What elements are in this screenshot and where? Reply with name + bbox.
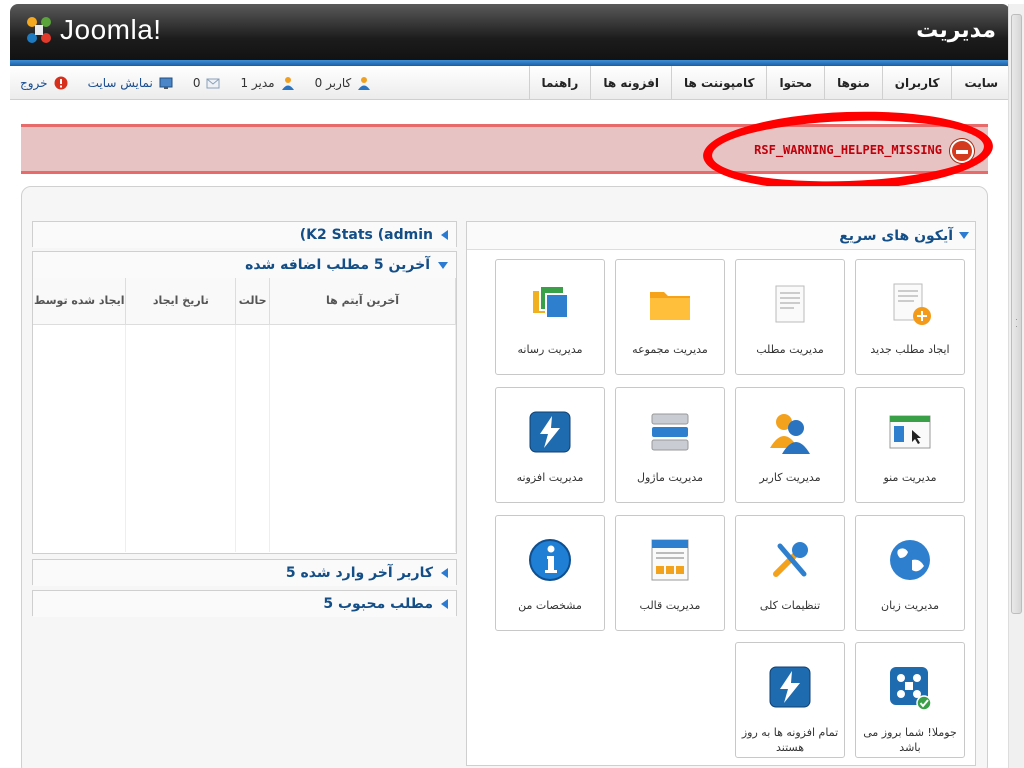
status-bar: خروج نمایش سایت 0 1 مدیر 0 کاربر	[20, 66, 371, 100]
scrollbar-grip	[1016, 319, 1017, 327]
expand-arrow-icon	[438, 261, 448, 269]
column-header-status[interactable]: حالت	[235, 278, 271, 325]
users-icon	[358, 77, 371, 90]
quick-icon-module-manager[interactable]: مدیریت ماژول	[615, 387, 725, 503]
module-icon	[646, 408, 694, 456]
collapse-arrow-icon	[441, 230, 448, 240]
template-icon	[646, 536, 694, 584]
collapse-arrow-icon	[441, 599, 448, 609]
quick-icon-label: مدیریت افزونه	[516, 471, 584, 484]
info-icon	[526, 536, 574, 584]
menu-item-help[interactable]: راهنما	[528, 66, 591, 100]
quick-icon-template-manager[interactable]: مدیریت قالب	[615, 515, 725, 631]
quick-icon-label: مدیریت مجموعه	[632, 343, 708, 356]
menu-item-content[interactable]: محتوا	[766, 66, 824, 100]
menu-item-components[interactable]: کامپوننت ها	[671, 66, 766, 100]
quick-icon-label: ایجاد مطلب جدید	[870, 343, 950, 356]
quick-icon-global-config[interactable]: تنظیمات کلی	[735, 515, 845, 631]
logo-text: Joomla!	[60, 14, 162, 45]
column-header-created-by[interactable]: ایجاد شده توسط	[33, 278, 127, 325]
column-header-created-date[interactable]: تاریخ ایجاد	[125, 278, 237, 325]
quick-icons-header[interactable]: آیکون های سریع	[467, 222, 975, 250]
quick-icon-language-manager[interactable]: مدیریت زبان	[855, 515, 965, 631]
latest-items-table: آخرین آیتم ها حالت تاریخ ایجاد ایجاد شده…	[33, 278, 456, 552]
joomla-logo[interactable]: Joomla!	[24, 14, 162, 46]
k2-stats-header[interactable]: (K2 Stats (admin	[33, 222, 456, 248]
quick-icon-label: مدیریت رسانه	[517, 343, 583, 356]
quick-icon-category-manager[interactable]: مدیریت مجموعه	[615, 259, 725, 375]
users-count: 0 کاربر	[314, 76, 352, 90]
globe-icon	[886, 536, 934, 584]
quick-icon-my-profile[interactable]: مشخصات من	[495, 515, 605, 631]
logout-icon[interactable]	[54, 76, 68, 90]
latest-added-title: آخرین 5 مطلب اضافه شده	[245, 257, 430, 273]
scrollbar-thumb[interactable]	[1011, 14, 1022, 614]
quick-icon-plugin-manager[interactable]: مدیریت افزونه	[495, 387, 605, 503]
quick-icon-label: مدیریت زبان	[881, 599, 939, 612]
quick-icon-label: تمام افزونه ها به روز هستند	[741, 726, 839, 754]
popular-title: 5 مطلب محبوب	[323, 596, 433, 612]
user-icon	[766, 408, 814, 456]
menu-item-extensions[interactable]: افزونه ها	[590, 66, 671, 100]
latest-users-header[interactable]: 5 کاربر آخر وارد شده	[33, 560, 456, 586]
latest-users-title: 5 کاربر آخر وارد شده	[285, 565, 433, 581]
quick-icon-media-manager[interactable]: مدیریت رسانه	[495, 259, 605, 375]
new-article-icon	[886, 280, 934, 328]
plugin-icon	[526, 408, 574, 456]
column-header-latest-items[interactable]: آخرین آیتم ها	[269, 278, 456, 325]
admin-header: Joomla! مدیریت	[10, 4, 1010, 66]
quick-icon-label: مدیریت ماژول	[636, 471, 704, 484]
admins-count: 1 مدیر	[240, 76, 275, 90]
monitor-icon[interactable]	[159, 76, 173, 90]
admin-user-icon	[281, 77, 294, 90]
expand-arrow-icon	[959, 232, 969, 239]
quick-icon-label: مدیریت منو	[883, 471, 937, 484]
plugin-update-icon	[766, 663, 814, 711]
media-icon	[526, 280, 574, 328]
menu-item-menus[interactable]: منوها	[824, 66, 882, 100]
quick-icon-label: مدیریت قالب	[639, 599, 701, 612]
mail-icon[interactable]	[206, 76, 220, 90]
quick-icon-plugins-updated[interactable]: تمام افزونه ها به روز هستند	[735, 642, 845, 758]
quick-icon-menu-manager[interactable]: مدیریت منو	[855, 387, 965, 503]
collapse-arrow-icon	[441, 568, 448, 578]
joomla-logo-icon	[27, 17, 51, 43]
article-icon	[766, 280, 814, 328]
view-site-link[interactable]: نمایش سایت	[88, 76, 153, 90]
quick-icon-label: مشخصات من	[518, 599, 582, 612]
quick-icon-joomla-update[interactable]: جوملا! شما بروز می باشد	[855, 642, 965, 758]
quick-icon-new-article[interactable]: ایجاد مطلب جدید	[855, 259, 965, 375]
latest-added-header[interactable]: آخرین 5 مطلب اضافه شده	[33, 252, 456, 278]
main-menu: سایت کاربران منوها محتوا کامپوننت ها افز…	[528, 66, 1010, 100]
table-row	[33, 324, 456, 552]
quick-icon-label: جوملا! شما بروز می باشد	[863, 726, 957, 754]
window-scrollbar[interactable]	[1008, 4, 1024, 768]
k2-stats-title: (K2 Stats (admin	[299, 227, 433, 243]
tools-icon	[766, 536, 814, 584]
quick-icon-user-manager[interactable]: مدیریت کاربر	[735, 387, 845, 503]
logout-link[interactable]: خروج	[20, 76, 48, 90]
menu-item-users[interactable]: کاربران	[881, 66, 952, 100]
quick-icon-label: مدیریت کاربر	[759, 471, 821, 484]
latest-users-panel[interactable]: 5 کاربر آخر وارد شده	[32, 559, 457, 586]
folder-icon	[646, 280, 694, 328]
popular-header[interactable]: 5 مطلب محبوب	[33, 591, 456, 617]
quick-icon-label: تنظیمات کلی	[759, 599, 821, 612]
messages-count[interactable]: 0	[193, 76, 201, 90]
latest-added-panel: آخرین 5 مطلب اضافه شده آخرین آیتم ها حال…	[32, 251, 457, 554]
joomla-update-icon	[886, 663, 934, 711]
menu-bar: سایت کاربران منوها محتوا کامپوننت ها افز…	[10, 66, 1010, 100]
quick-icons-title: آیکون های سریع	[839, 227, 953, 244]
menu-icon	[886, 408, 934, 456]
highlight-circle	[701, 106, 995, 196]
k2-stats-panel[interactable]: (K2 Stats (admin	[32, 221, 457, 248]
menu-item-site[interactable]: سایت	[951, 66, 1010, 100]
page-title: مدیریت	[916, 18, 996, 43]
quick-icon-label: مدیریت مطلب	[756, 343, 824, 356]
popular-panel[interactable]: 5 مطلب محبوب	[32, 590, 457, 617]
quick-icon-article-manager[interactable]: مدیریت مطلب	[735, 259, 845, 375]
